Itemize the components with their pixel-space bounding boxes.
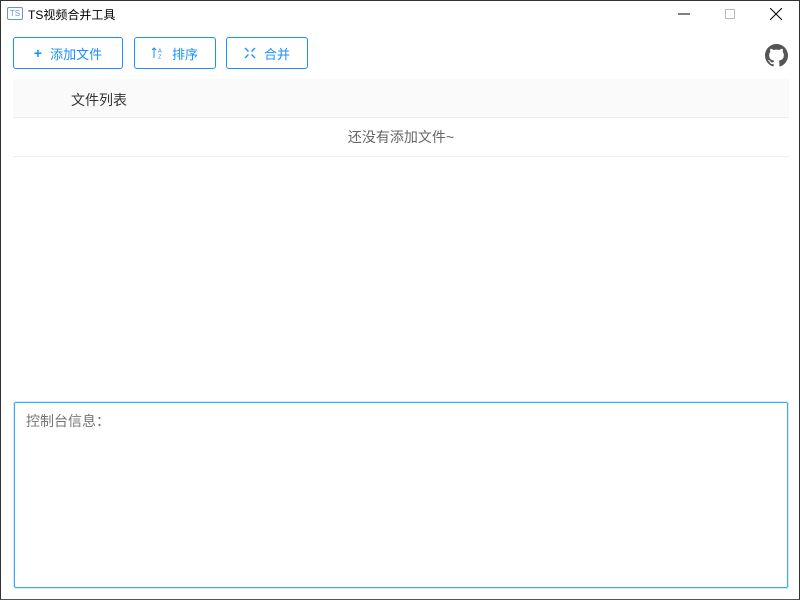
- merge-label: 合并: [263, 46, 290, 62]
- empty-message: 还没有添加文件~: [13, 118, 789, 157]
- add-file-button[interactable]: + 添加文件: [13, 37, 123, 69]
- minimize-icon: [678, 13, 690, 15]
- merge-icon: [244, 47, 256, 59]
- window-title: TS视频合并工具: [28, 8, 116, 22]
- plus-icon: +: [33, 45, 43, 61]
- sort-label: 排序: [171, 46, 198, 62]
- svg-text:Z: Z: [158, 55, 162, 60]
- maximize-button[interactable]: [707, 1, 753, 27]
- merge-button[interactable]: 合并: [226, 37, 308, 69]
- file-list-header: 文件列表: [13, 79, 789, 118]
- github-icon[interactable]: [765, 44, 788, 67]
- title-bar: TS TS视频合并工具: [1, 1, 799, 27]
- maximize-icon: [725, 9, 735, 19]
- add-file-label: 添加文件: [50, 46, 103, 62]
- sort-icon: AZ: [151, 47, 162, 60]
- console-textarea[interactable]: [14, 402, 788, 588]
- close-icon: [770, 8, 782, 20]
- minimize-button[interactable]: [661, 1, 707, 27]
- file-list-column: 文件列表: [71, 92, 127, 108]
- app-window: TS TS视频合并工具 + 添加文件 AZ 排序 合并 文件列表 还没有添加文件~: [0, 0, 800, 600]
- app-icon: TS: [7, 7, 23, 20]
- sort-button[interactable]: AZ 排序: [134, 37, 216, 69]
- close-button[interactable]: [753, 1, 799, 27]
